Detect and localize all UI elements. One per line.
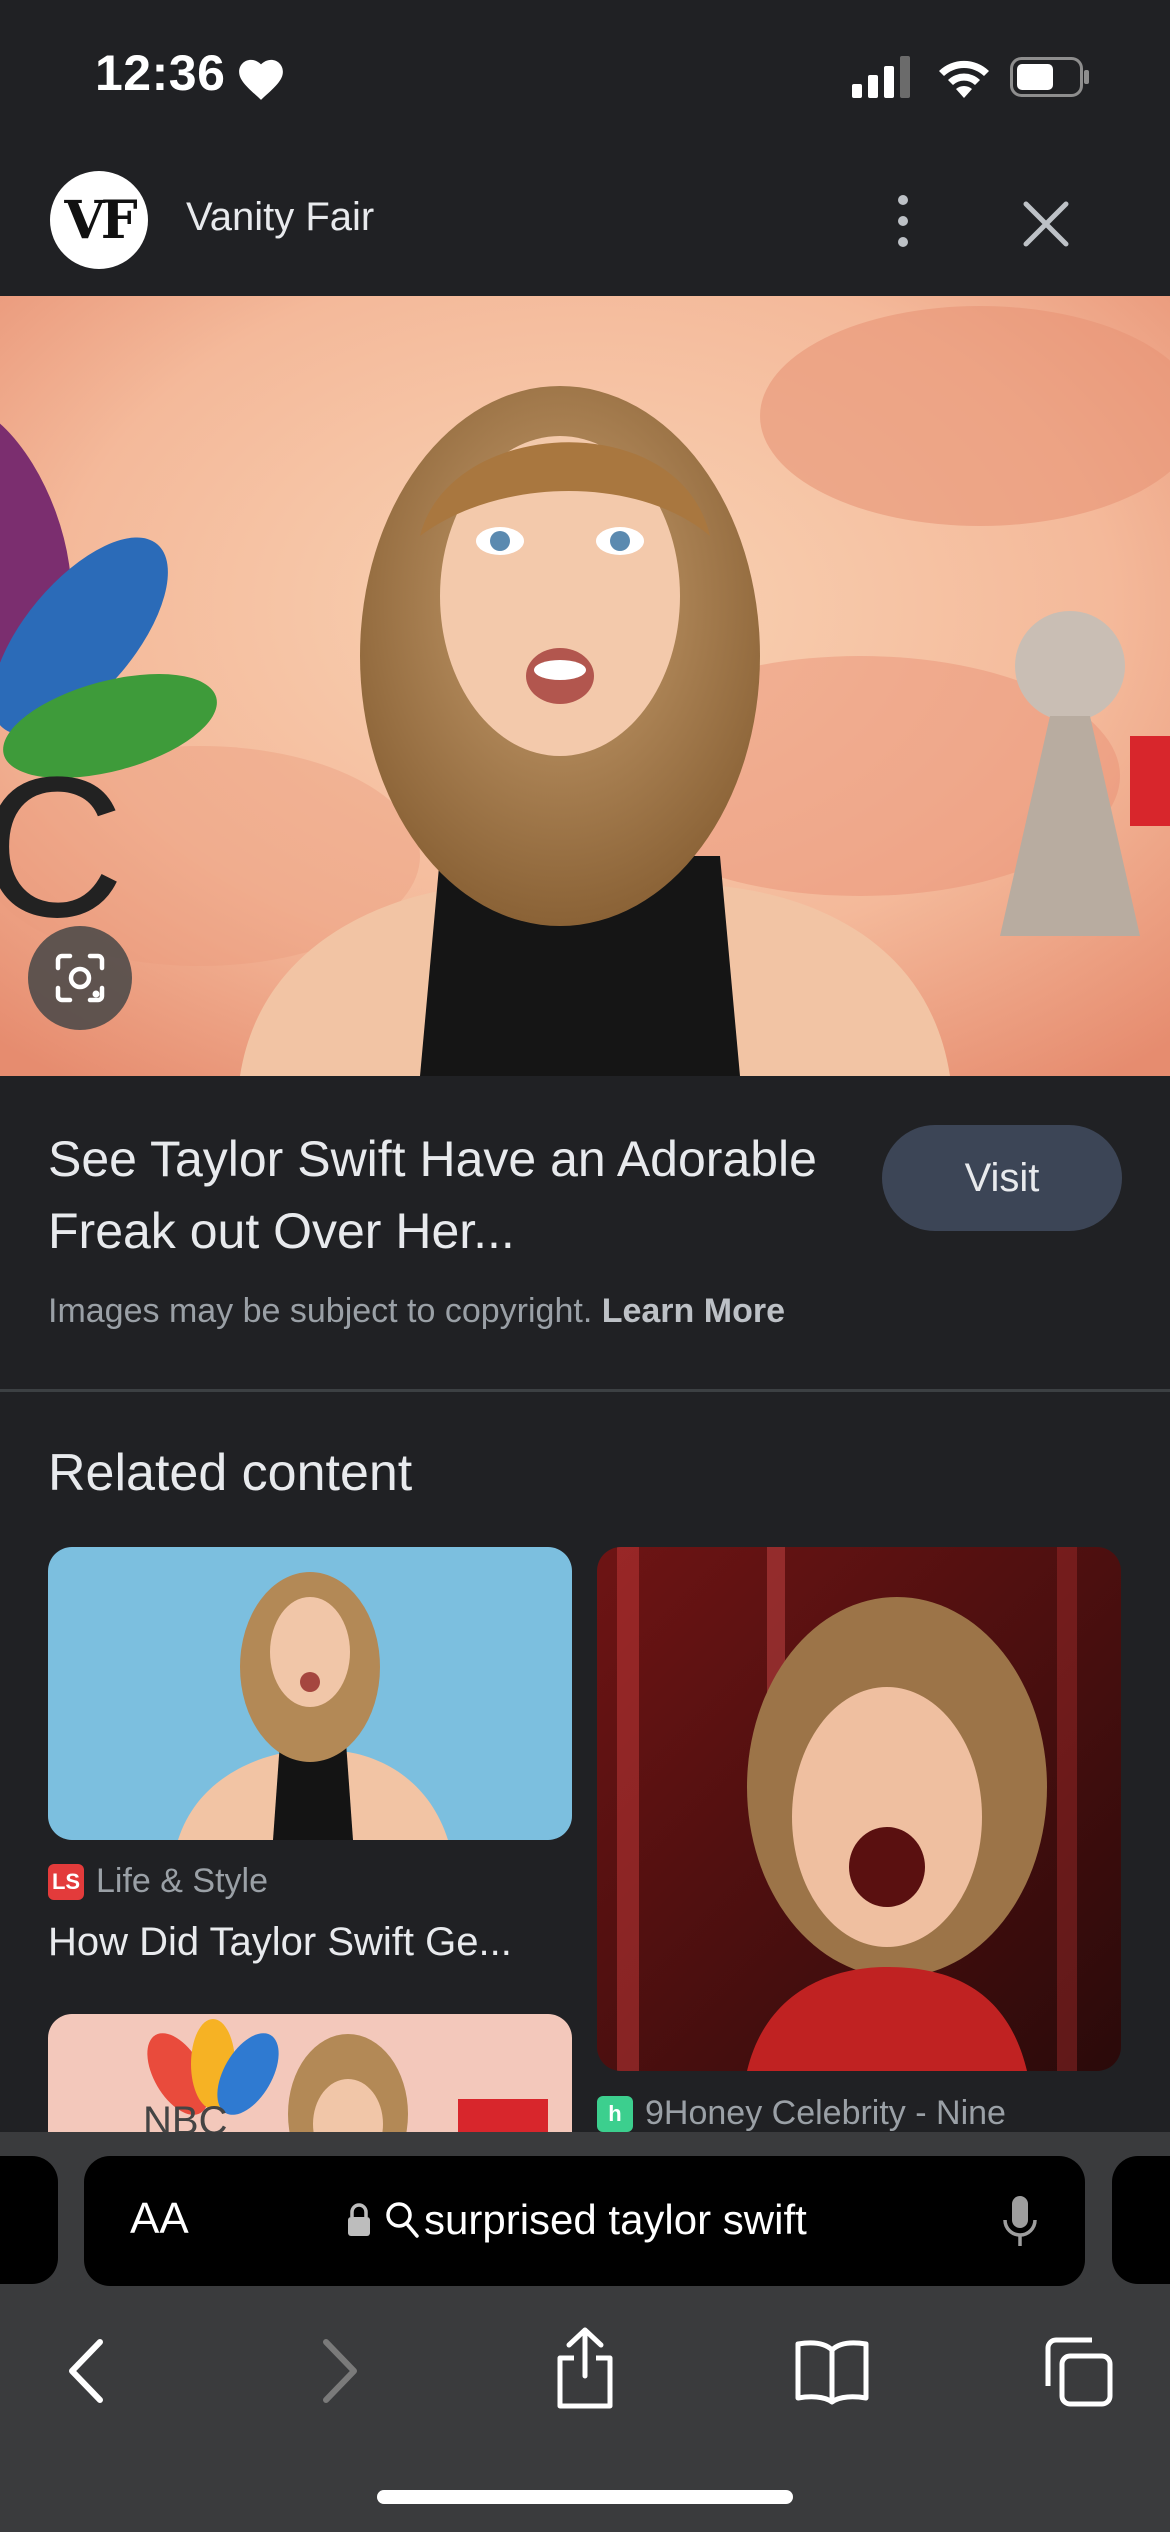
lock-icon (348, 2203, 370, 2236)
back-icon[interactable] (62, 2336, 112, 2406)
search-icon (386, 2202, 419, 2238)
address-bar-query[interactable]: surprised taylor swift (424, 2196, 807, 2244)
status-bar: 12:36 (0, 0, 1170, 150)
share-icon[interactable] (552, 2326, 618, 2412)
signal-icon (852, 56, 910, 98)
result-image[interactable]: C (0, 296, 1170, 1076)
related-card-image[interactable] (597, 1547, 1121, 2071)
lens-icon (55, 953, 105, 1003)
home-indicator (377, 2490, 793, 2504)
tabs-icon[interactable] (1042, 2336, 1114, 2408)
site-logo[interactable]: VF (50, 171, 148, 269)
related-card-image-art: NBC (48, 2014, 572, 2132)
related-card-image[interactable]: NBC (48, 2014, 572, 2132)
result-header: VF Vanity Fair (0, 150, 1170, 295)
site-name[interactable]: Vanity Fair (186, 195, 374, 240)
text-size-button[interactable]: AA (130, 2194, 189, 2244)
svg-text:NBC: NBC (143, 2099, 227, 2132)
status-time: 12:36 (95, 45, 226, 101)
copyright-text: Images may be subject to copyright. (48, 1292, 593, 1330)
result-image-art: C (0, 296, 1170, 1076)
previous-tab-preview[interactable] (0, 2156, 58, 2284)
copyright-notice: Images may be subject to copyright. Lear… (48, 1292, 785, 1331)
related-card-title[interactable]: How Did Taylor Swift Ge... (48, 1920, 512, 1965)
address-bar-area: AA surprised taylor swift (0, 2132, 1170, 2300)
related-card-source: h 9Honey Celebrity - Nine (597, 2094, 1006, 2133)
next-tab-preview[interactable] (1112, 2156, 1170, 2284)
related-card-source: LS Life & Style (48, 1862, 268, 1901)
battery-icon (1010, 57, 1089, 97)
wifi-icon (939, 60, 989, 98)
learn-more-link[interactable]: Learn More (602, 1292, 785, 1330)
close-icon[interactable] (1018, 196, 1074, 252)
source-logo-icon: h (597, 2095, 633, 2132)
forward-icon[interactable] (314, 2336, 364, 2406)
text-size-label: AA (130, 2194, 189, 2243)
lens-button[interactable] (28, 926, 132, 1030)
divider (0, 1389, 1170, 1392)
source-name: 9Honey Celebrity - Nine (645, 2094, 1006, 2132)
source-name: Life & Style (96, 1862, 268, 1900)
address-bar[interactable]: AA surprised taylor swift (84, 2156, 1085, 2286)
result-title[interactable]: See Taylor Swift Have an Adorable Freak … (48, 1123, 848, 1267)
microphone-icon[interactable] (1000, 2194, 1040, 2250)
svg-text:C: C (0, 736, 124, 959)
related-heading: Related content (48, 1444, 413, 1502)
more-vert-icon[interactable] (880, 190, 926, 252)
related-card-image[interactable] (48, 1547, 572, 1840)
related-card-image-art (597, 1547, 1121, 2071)
source-logo-icon: LS (48, 1863, 84, 1900)
related-card-image-art (48, 1547, 572, 1840)
visit-button[interactable]: Visit (882, 1125, 1122, 1231)
heart-icon (239, 59, 283, 100)
bookmarks-icon[interactable] (794, 2336, 870, 2406)
